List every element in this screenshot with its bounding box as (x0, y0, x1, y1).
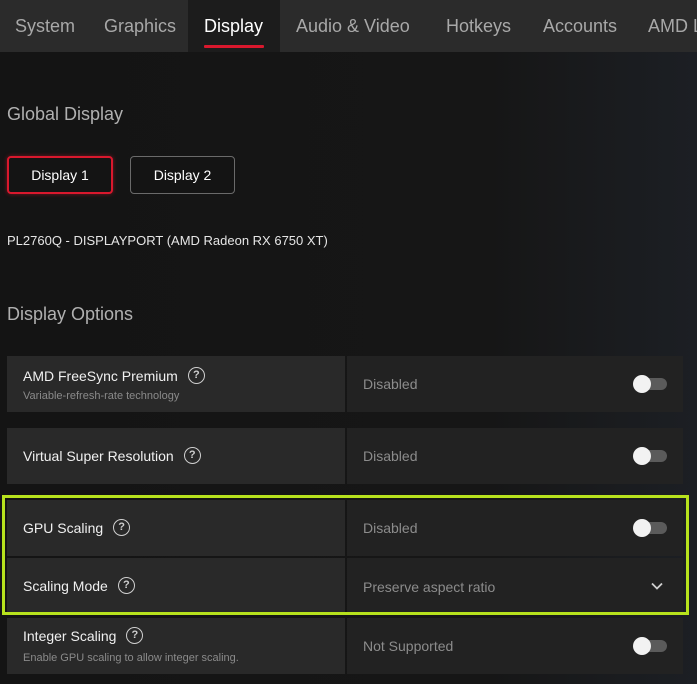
freesync-label-text: AMD FreeSync Premium (23, 367, 178, 384)
vsr-toggle[interactable] (633, 447, 667, 465)
gpu-scaling-toggle[interactable] (633, 519, 667, 537)
gpu-scaling-label-text: GPU Scaling (23, 519, 104, 536)
integer-scaling-row: Integer Scaling ? Enable GPU scaling to … (7, 618, 683, 674)
integer-scaling-label-text: Integer Scaling (23, 627, 117, 644)
freesync-toggle[interactable] (633, 375, 667, 393)
vsr-value: Disabled (363, 448, 418, 464)
freesync-label: AMD FreeSync Premium ? (23, 367, 205, 384)
monitor-name-label: PL2760Q - DISPLAYPORT (AMD Radeon RX 675… (7, 233, 328, 248)
gpu-scaling-value-cell: Disabled (347, 500, 683, 556)
help-circle-icon[interactable]: ? (117, 577, 135, 594)
scaling-mode-label-text: Scaling Mode (23, 577, 108, 594)
freesync-value: Disabled (363, 376, 418, 392)
vsr-row: Virtual Super Resolution ? Disabled (7, 428, 683, 484)
help-circle-icon[interactable]: ? (113, 519, 131, 536)
display-settings-panel: Global Display Display 1 Display 2 PL276… (0, 52, 697, 684)
scaling-mode-dropdown[interactable]: Preserve aspect ratio (347, 558, 683, 614)
vsr-label-text: Virtual Super Resolution (23, 447, 174, 464)
top-tab-bar: System Graphics Display Audio & Video Ho… (0, 0, 697, 52)
vsr-label: Virtual Super Resolution ? (23, 447, 201, 464)
freesync-row: AMD FreeSync Premium ? Variable-refresh-… (7, 356, 683, 412)
toggle-knob (633, 447, 651, 465)
scaling-mode-label-cell: Scaling Mode ? (7, 558, 345, 614)
tab-hotkeys[interactable]: Hotkeys (446, 0, 511, 52)
integer-scaling-value-cell: Not Supported (347, 618, 683, 674)
global-display-heading: Global Display (7, 104, 124, 124)
integer-scaling-label: Integer Scaling ? (23, 627, 144, 644)
freesync-value-cell: Disabled (347, 356, 683, 412)
display-2-button[interactable]: Display 2 (130, 156, 235, 194)
tab-display[interactable]: Display (188, 0, 280, 52)
vsr-value-cell: Disabled (347, 428, 683, 484)
integer-scaling-value: Not Supported (363, 638, 454, 654)
help-circle-icon[interactable]: ? (183, 447, 201, 464)
freesync-label-cell: AMD FreeSync Premium ? Variable-refresh-… (7, 356, 345, 412)
tab-system[interactable]: System (15, 0, 75, 52)
display-1-button[interactable]: Display 1 (7, 156, 113, 194)
gpu-scaling-row: GPU Scaling ? Disabled (7, 500, 683, 556)
tab-amd-link[interactable]: AMD Link (648, 0, 697, 52)
vsr-label-cell: Virtual Super Resolution ? (7, 428, 345, 484)
tab-display-label: Display (204, 16, 264, 36)
display-options-heading: Display Options (7, 304, 134, 324)
integer-scaling-toggle[interactable] (633, 637, 667, 655)
tab-audio-video[interactable]: Audio & Video (296, 0, 410, 52)
toggle-knob (633, 519, 651, 537)
scaling-mode-label: Scaling Mode ? (23, 577, 135, 594)
help-circle-icon[interactable]: ? (126, 627, 144, 644)
integer-scaling-description: Enable GPU scaling to allow integer scal… (23, 652, 239, 664)
chevron-down-icon (651, 582, 663, 590)
toggle-knob (633, 637, 651, 655)
tab-graphics[interactable]: Graphics (104, 0, 176, 52)
gpu-scaling-label: GPU Scaling ? (23, 519, 131, 536)
tab-accounts[interactable]: Accounts (543, 0, 617, 52)
integer-scaling-label-cell: Integer Scaling ? Enable GPU scaling to … (7, 618, 345, 674)
toggle-knob (633, 375, 651, 393)
help-circle-icon[interactable]: ? (187, 367, 205, 384)
scaling-mode-row: Scaling Mode ? Preserve aspect ratio (7, 558, 683, 614)
freesync-description: Variable-refresh-rate technology (23, 390, 180, 402)
gpu-scaling-label-cell: GPU Scaling ? (7, 500, 345, 556)
gpu-scaling-value: Disabled (363, 520, 418, 536)
active-tab-indicator (204, 45, 264, 48)
scaling-mode-value: Preserve aspect ratio (363, 579, 496, 595)
